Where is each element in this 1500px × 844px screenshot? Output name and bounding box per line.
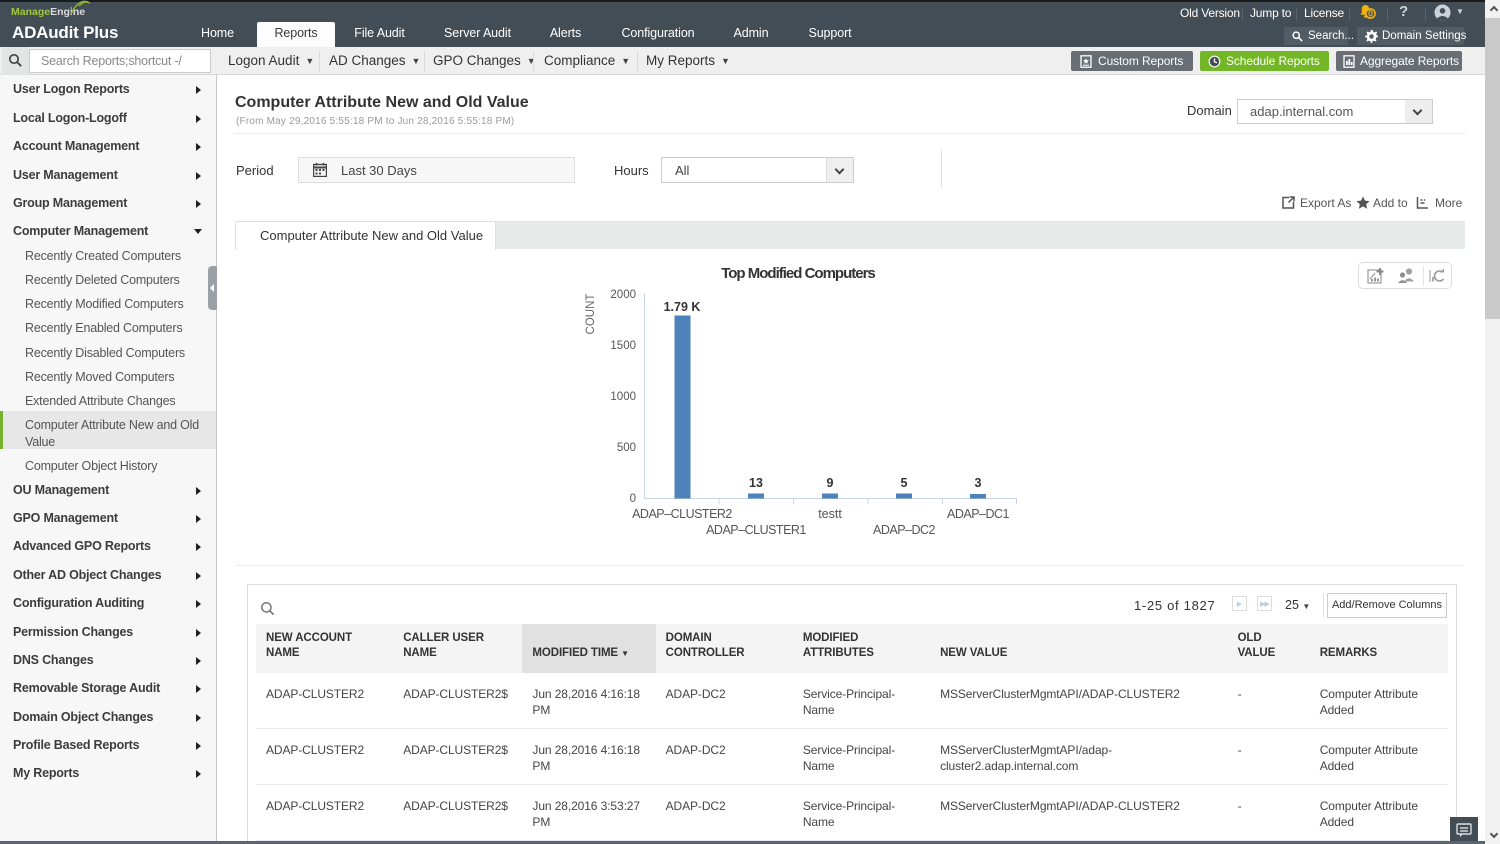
svg-text:2000: 2000 — [610, 289, 636, 301]
svg-text:1.79 K: 1.79 K — [664, 300, 701, 314]
svg-text:0: 0 — [1368, 9, 1373, 19]
svg-text:Top Modified Computers: Top Modified Computers — [721, 265, 875, 282]
svg-text:ADAP–DC2: ADAP–DC2 — [873, 523, 936, 537]
svg-text:9: 9 — [827, 476, 834, 490]
svg-text:13: 13 — [749, 476, 763, 490]
svg-text:COUNT: COUNT — [585, 294, 597, 335]
svg-text:500: 500 — [617, 442, 636, 454]
svg-text:testt: testt — [818, 507, 842, 521]
svg-text:ADAP–CLUSTER2: ADAP–CLUSTER2 — [632, 507, 732, 521]
svg-text:3: 3 — [975, 476, 982, 490]
svg-text:ADAP–CLUSTER1: ADAP–CLUSTER1 — [706, 523, 806, 537]
svg-text:ADAP–DC1: ADAP–DC1 — [947, 507, 1010, 521]
svg-text:1500: 1500 — [610, 340, 636, 352]
svg-text:0: 0 — [630, 493, 636, 505]
svg-text:1000: 1000 — [610, 391, 636, 403]
svg-text:5: 5 — [901, 476, 908, 490]
